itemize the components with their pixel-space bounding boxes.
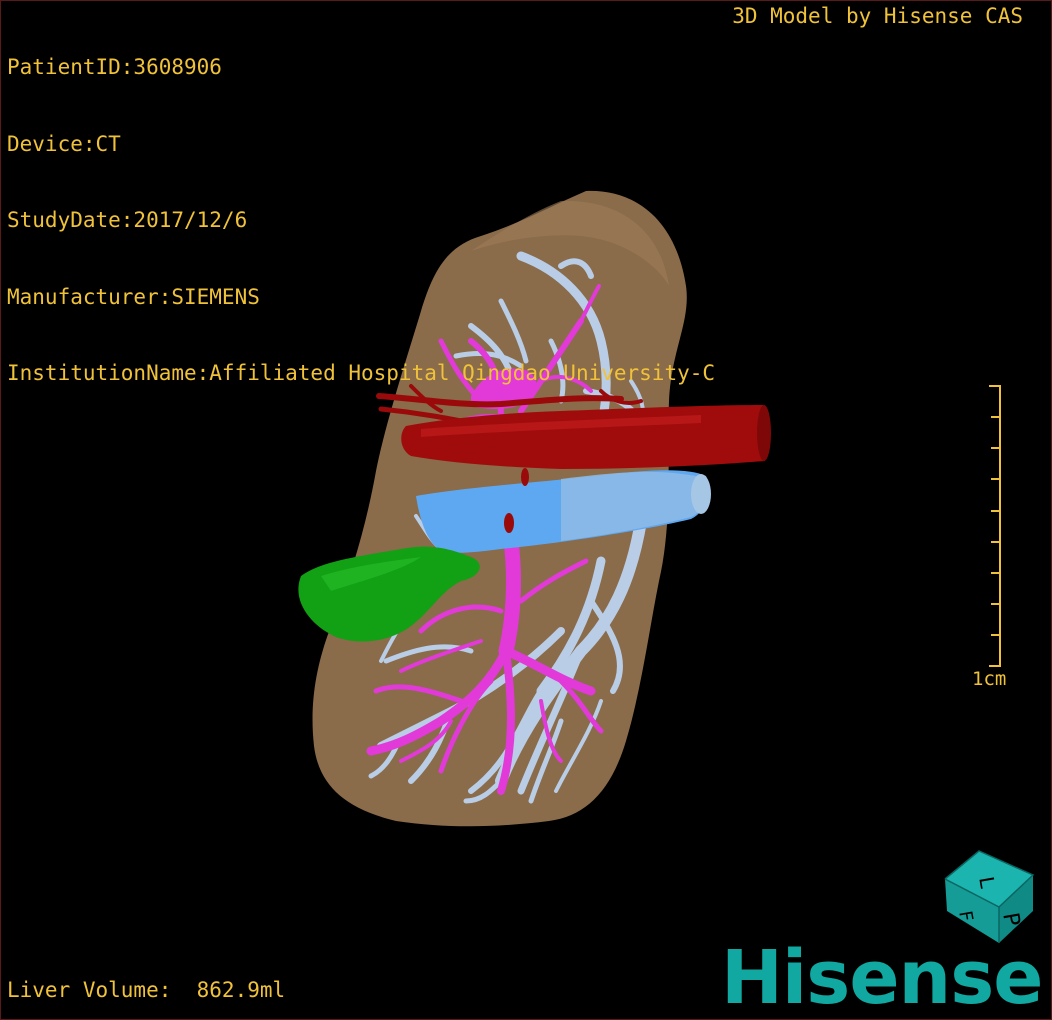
liver-volume: Liver Volume: 862.9ml bbox=[7, 978, 286, 1002]
model-brand-caption: 3D Model by Hisense CAS bbox=[732, 4, 1023, 28]
manufacturer: Manufacturer:SIEMENS bbox=[7, 284, 260, 309]
patient-id: PatientID:3608906 bbox=[7, 55, 222, 79]
3d-viewport[interactable]: PatientID:3608906 Device:CT StudyDate:20… bbox=[0, 0, 1052, 1020]
orientation-cube[interactable]: L P F bbox=[937, 847, 1037, 947]
institution-name: InstitutionName:Affiliated Hospital Qing… bbox=[7, 361, 716, 385]
hisense-logo: Hisense bbox=[721, 935, 1043, 1020]
study-date: StudyDate:2017/12/6 bbox=[7, 208, 248, 232]
scale-bar-label: 1cm bbox=[972, 668, 1007, 690]
scale-bar bbox=[989, 385, 1001, 667]
device: Device:CT bbox=[7, 131, 121, 156]
study-info: PatientID:3608906 Device:CT StudyDate:20… bbox=[7, 4, 715, 438]
